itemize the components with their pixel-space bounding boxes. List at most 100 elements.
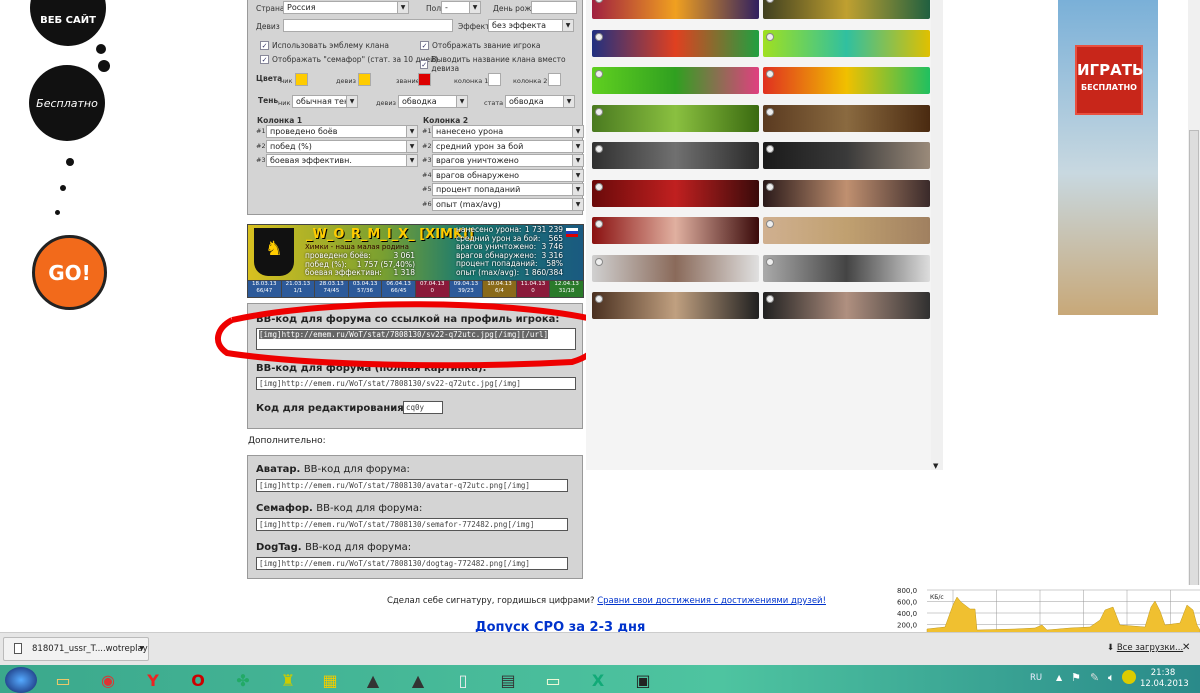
background-thumbnail[interactable] <box>763 179 930 207</box>
background-radio[interactable] <box>595 32 603 41</box>
use-clan-emblem-checkbox[interactable]: ✓ Использовать эмблему клана <box>260 41 389 50</box>
background-radio[interactable] <box>595 145 603 153</box>
background-thumbnail[interactable] <box>592 217 759 244</box>
sex-select[interactable]: - ▼ <box>441 1 481 14</box>
clock[interactable]: 21:38 12.04.2013 <box>1140 668 1189 690</box>
column-stat-select[interactable]: врагов уничтожено ▼ <box>432 154 584 167</box>
tray-app-icon[interactable] <box>1122 670 1136 684</box>
background-thumbnail[interactable] <box>592 142 759 169</box>
background-thumbnail[interactable] <box>763 67 930 94</box>
background-radio[interactable] <box>595 220 603 228</box>
column-stat-select[interactable]: средний урон за бой ▼ <box>432 139 584 153</box>
column-stat-select[interactable]: врагов обнаружено ▼ <box>432 168 584 182</box>
yandex-browser-icon[interactable]: Y <box>133 667 173 693</box>
column-stat-select[interactable]: нанесено урона ▼ <box>432 125 584 138</box>
network-icon[interactable]: ✎ <box>1090 671 1099 684</box>
birthday-input[interactable] <box>531 1 577 14</box>
background-thumbnail[interactable] <box>592 104 759 132</box>
background-thumbnail[interactable] <box>763 217 930 244</box>
background-thumbnail[interactable] <box>763 29 930 57</box>
wot-icon[interactable]: ▲ <box>353 667 393 693</box>
color-rank-swatch[interactable] <box>418 73 431 86</box>
tray-expand-icon[interactable]: ▲ <box>1056 673 1062 682</box>
opera-icon[interactable]: O <box>178 667 218 693</box>
shadow-stat-select[interactable]: обводка ▼ <box>505 95 575 108</box>
show-rank-checkbox[interactable]: ✓ Отображать звание игрока <box>420 41 540 50</box>
color-col2-swatch[interactable] <box>548 73 561 86</box>
shadow-motto-select[interactable]: обводка ▼ <box>398 95 468 108</box>
explorer-icon[interactable]: ▭ <box>43 667 83 693</box>
extra-code-field[interactable]: [img]http://emem.ru/WoT/stat/7808130/sem… <box>256 518 568 531</box>
background-thumbnail[interactable] <box>763 292 930 319</box>
phone-app-icon[interactable]: ▯ <box>443 667 483 693</box>
background-radio[interactable] <box>766 182 774 191</box>
column-stat-select[interactable]: процент попаданий ▼ <box>432 183 584 196</box>
replay-app-icon[interactable]: ▣ <box>623 667 663 693</box>
background-thumbnail[interactable] <box>592 67 759 94</box>
action-center-flag-icon[interactable]: ⚑ <box>1071 671 1081 684</box>
effect-select[interactable]: без эффекта ▼ <box>488 19 574 32</box>
background-radio[interactable] <box>766 145 774 153</box>
wot-launcher-icon[interactable]: ▲ <box>398 667 438 693</box>
clover-app-icon[interactable]: ✤ <box>223 667 263 693</box>
background-radio[interactable] <box>766 32 774 41</box>
all-downloads-link[interactable]: ⬇ Все загрузки... <box>1107 643 1183 653</box>
notes-app-icon[interactable]: ▭ <box>533 667 573 693</box>
background-thumbnail[interactable] <box>592 254 759 282</box>
column-stat-select[interactable]: проведено боёв ▼ <box>266 125 418 138</box>
free-ad[interactable]: Бесплатно <box>29 65 105 141</box>
close-download-bar-button[interactable]: ✕ <box>1182 642 1190 653</box>
column-stat-select[interactable]: боевая эффективн. ▼ <box>266 154 418 167</box>
background-thumbnail[interactable] <box>763 142 930 169</box>
background-thumbnail[interactable] <box>592 29 759 57</box>
full-bb-code-field[interactable]: [img]http://emem.ru/WoT/stat/7808130/sv2… <box>256 377 576 390</box>
background-thumbnail[interactable] <box>592 292 759 319</box>
volume-icon[interactable]: 🔈︎ <box>1108 671 1115 685</box>
background-radio[interactable] <box>595 0 603 3</box>
shadow-nick-select[interactable]: обычная тень ▼ <box>292 95 358 108</box>
printer-app-icon[interactable]: ▤ <box>488 667 528 693</box>
background-thumbnail[interactable] <box>763 104 930 132</box>
motto-input[interactable] <box>283 19 453 32</box>
download-menu-arrow[interactable]: ▼ <box>139 638 144 660</box>
background-radio[interactable] <box>766 257 774 266</box>
chrome-icon[interactable]: ◉ <box>88 667 128 693</box>
website-ad[interactable]: ВЕБ САЙТ <box>30 0 106 46</box>
compare-friends-link[interactable]: Сравни свои достижения с достижениями др… <box>597 596 826 606</box>
color-col1-swatch[interactable] <box>488 73 501 86</box>
background-thumbnail[interactable] <box>763 0 930 19</box>
background-radio[interactable] <box>766 0 774 3</box>
background-thumbnail[interactable] <box>592 0 759 19</box>
background-radio[interactable] <box>595 295 603 303</box>
page-scrollbar[interactable] <box>1188 0 1200 632</box>
background-radio[interactable] <box>766 70 774 78</box>
country-select[interactable]: Россия ▼ <box>283 1 409 14</box>
extra-code-field[interactable]: [img]http://emem.ru/WoT/stat/7808130/dog… <box>256 557 568 570</box>
edit-code-field[interactable]: cq0y <box>403 401 443 414</box>
background-radio[interactable] <box>766 220 774 228</box>
game-app-icon[interactable]: ▦ <box>310 667 350 693</box>
extra-code-field[interactable]: [img]http://emem.ru/WoT/stat/7808130/ava… <box>256 479 568 492</box>
background-radio[interactable] <box>595 70 603 78</box>
excel-icon[interactable]: X <box>578 667 618 693</box>
gallery-scrollbar[interactable]: ▼ <box>931 0 943 470</box>
background-thumbnail[interactable] <box>763 254 930 282</box>
clan-name-instead-motto-checkbox[interactable]: ✓ Выводить название клана вместо девиза <box>420 55 582 73</box>
color-nick-swatch[interactable] <box>295 73 308 86</box>
background-thumbnail[interactable] <box>592 179 759 207</box>
background-radio[interactable] <box>595 107 603 116</box>
go-button[interactable]: GO! <box>32 235 107 310</box>
column-stat-select[interactable]: побед (%) ▼ <box>266 139 418 153</box>
background-radio[interactable] <box>595 257 603 266</box>
background-radio[interactable] <box>766 107 774 116</box>
start-button[interactable] <box>5 667 37 693</box>
background-radio[interactable] <box>595 182 603 191</box>
play-free-ad[interactable]: ИГРАТЬ БЕСПЛАТНО <box>1058 0 1158 315</box>
show-semafor-checkbox[interactable]: ✓ Отображать "семафор" (стат. за 10 дней) <box>260 55 438 64</box>
pyramid-app-icon[interactable]: ♜ <box>268 667 308 693</box>
language-indicator[interactable]: RU <box>1030 673 1042 683</box>
download-item[interactable]: 818071_ussr_T....wotreplay ▼ <box>3 637 149 661</box>
column-stat-select[interactable]: опыт (max/avg) ▼ <box>432 197 584 211</box>
background-radio[interactable] <box>766 295 774 303</box>
play-free-button[interactable]: ИГРАТЬ БЕСПЛАТНО <box>1075 45 1143 115</box>
